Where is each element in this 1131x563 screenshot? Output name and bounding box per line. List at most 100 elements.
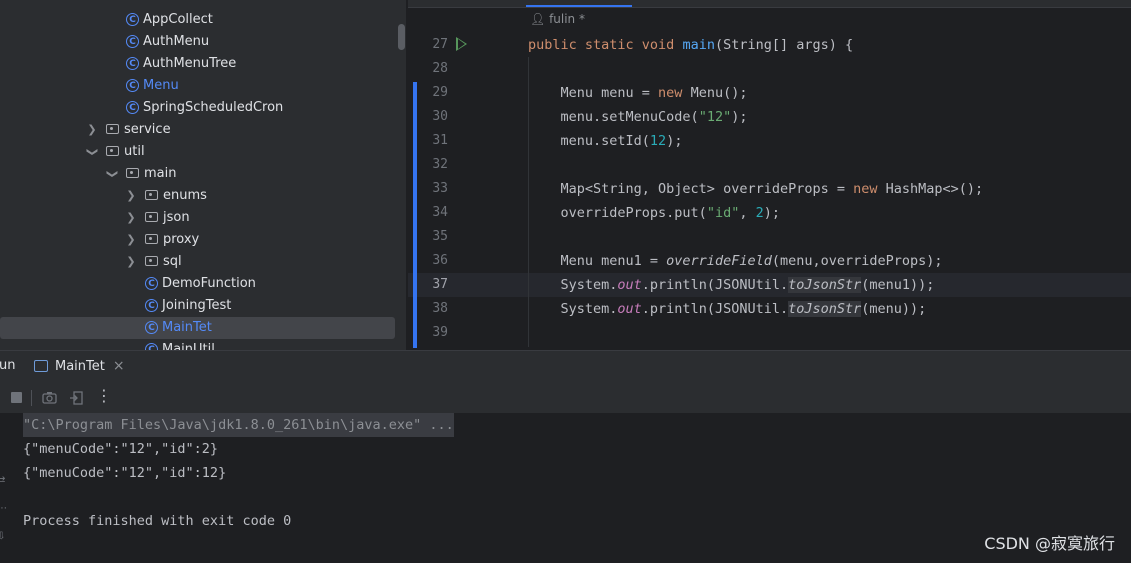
code-token: "12" xyxy=(698,109,732,125)
line-number[interactable]: 39 xyxy=(408,321,448,345)
person-icon: 👤︎ xyxy=(530,12,546,26)
stop-icon[interactable] xyxy=(11,392,22,403)
tree-item-label: sql xyxy=(163,254,182,269)
code-token: ); xyxy=(666,133,683,149)
line-number[interactable]: 27 xyxy=(408,33,448,57)
code-line[interactable]: Menu menu1 = overrideField(menu,override… xyxy=(528,249,943,273)
tree-folder-enums[interactable]: ❯ enums xyxy=(125,185,207,207)
code-editor[interactable]: 👤︎ fulin * 27 28 29 30 31 32 33 34 35 36 37 38 39 pu… xyxy=(408,0,1131,350)
console-command-line[interactable]: "C:\Program Files\Java\jdk1.8.0_261\bin\… xyxy=(23,413,454,437)
code-token: overrideField xyxy=(666,253,772,269)
tree-item-label: enums xyxy=(163,188,207,203)
code-line[interactable]: public static void main(String[] args) { xyxy=(528,33,853,57)
code-line[interactable]: menu.setMenuCode("12"); xyxy=(528,105,748,129)
app-window-icon xyxy=(34,360,48,372)
chevron-right-icon[interactable]: ❯ xyxy=(125,207,137,229)
code-token: new xyxy=(658,85,691,101)
line-number[interactable]: 32 xyxy=(408,153,448,177)
more-options-icon[interactable]: ⋮ xyxy=(96,386,112,405)
line-number[interactable]: 35 xyxy=(408,225,448,249)
chevron-right-icon[interactable]: ❯ xyxy=(125,229,137,251)
code-token: (menu1)); xyxy=(861,277,935,293)
sign-in-icon[interactable] xyxy=(69,391,83,405)
code-line[interactable]: System.out.println(JSONUtil.toJsonStr(me… xyxy=(528,297,926,321)
run-panel-title: un xyxy=(0,358,16,373)
code-token: ); xyxy=(731,109,748,125)
tree-item-label: AuthMenu xyxy=(143,34,210,49)
chevron-down-icon[interactable]: ❯ xyxy=(101,168,123,180)
tree-item-label: MainUtil xyxy=(162,342,215,350)
package-icon xyxy=(145,211,158,222)
tree-item-authmenu[interactable]: C AuthMenu xyxy=(126,31,209,53)
line-number[interactable]: 37 xyxy=(408,273,448,297)
code-line[interactable]: menu.setId(12); xyxy=(528,129,683,153)
toolbar-separator xyxy=(31,390,32,406)
class-icon: C xyxy=(126,101,139,114)
tree-folder-proxy[interactable]: ❯ proxy xyxy=(125,229,199,251)
class-icon: C xyxy=(145,299,158,312)
tree-item-label: proxy xyxy=(163,232,200,247)
tree-item-label: main xyxy=(144,166,177,181)
tree-folder-main[interactable]: ❯ main xyxy=(106,163,176,185)
code-token: (menu)); xyxy=(861,301,927,317)
tree-folder-sql[interactable]: ❯ sql xyxy=(125,251,182,273)
close-icon[interactable]: × xyxy=(113,358,125,374)
run-tab-maintet[interactable]: MainTet × xyxy=(34,351,125,381)
line-number[interactable]: 28 xyxy=(408,57,448,81)
tree-item-maintet[interactable]: C MainTet xyxy=(145,317,212,339)
code-token: ); xyxy=(763,205,780,221)
code-token: 2 xyxy=(755,205,764,221)
chevron-down-icon[interactable]: ❯ xyxy=(81,146,103,158)
line-number[interactable]: 38 xyxy=(408,297,448,321)
package-icon xyxy=(106,123,119,134)
class-icon: C xyxy=(126,35,139,48)
editor-tab-strip xyxy=(408,0,1131,8)
code-token: menu.setId( xyxy=(528,133,650,149)
line-number[interactable]: 29 xyxy=(408,81,448,105)
line-number[interactable]: 30 xyxy=(408,105,448,129)
line-number[interactable]: 31 xyxy=(408,129,448,153)
code-token: out xyxy=(617,277,642,293)
code-token: overrideProps.put( xyxy=(528,205,707,221)
run-gutter-icon[interactable] xyxy=(456,37,467,51)
active-tab-indicator xyxy=(526,5,632,7)
tree-item-menu[interactable]: C Menu xyxy=(126,75,179,97)
line-number[interactable]: 33 xyxy=(408,177,448,201)
chevron-right-icon[interactable]: ❯ xyxy=(125,185,137,207)
tree-folder-util[interactable]: ❯ util xyxy=(86,141,145,163)
code-line[interactable]: Menu menu = new Menu(); xyxy=(528,81,748,105)
code-token: toJsonStr xyxy=(788,277,862,293)
tree-item-springscheduledcron[interactable]: C SpringScheduledCron xyxy=(126,97,283,119)
code-token: , xyxy=(739,205,756,221)
tree-folder-service[interactable]: ❯ service xyxy=(86,119,170,141)
code-line[interactable]: overrideProps.put("id", 2); xyxy=(528,201,781,225)
class-icon: C xyxy=(145,321,158,334)
tree-item-joiningtest[interactable]: C JoiningTest xyxy=(145,295,231,317)
line-number[interactable]: 36 xyxy=(408,249,448,273)
author-hint: 👤︎ fulin * xyxy=(530,12,585,26)
code-token: (menu,overrideProps); xyxy=(771,253,943,269)
tree-folder-json[interactable]: ❯ json xyxy=(125,207,189,229)
line-number[interactable]: 34 xyxy=(408,201,448,225)
code-token: menu.setMenuCode( xyxy=(528,109,699,125)
tree-item-mainutil[interactable]: C MainUtil xyxy=(145,339,215,350)
code-token: HashMap<>(); xyxy=(885,181,984,197)
camera-icon[interactable] xyxy=(42,391,57,404)
chevron-right-icon[interactable]: ❯ xyxy=(125,251,137,273)
class-icon: C xyxy=(126,79,139,92)
code-line[interactable]: Map<String, Object> overrideProps = new … xyxy=(528,177,984,201)
tree-scrollbar[interactable] xyxy=(398,24,405,50)
class-icon: C xyxy=(126,57,139,70)
code-line[interactable]: System.out.println(JSONUtil.toJsonStr(me… xyxy=(528,273,934,297)
tree-item-appcollect[interactable]: C AppCollect xyxy=(126,9,213,31)
chevron-right-icon[interactable]: ❯ xyxy=(86,119,98,141)
console-output[interactable]: "C:\Program Files\Java\jdk1.8.0_261\bin\… xyxy=(0,413,1131,563)
code-token: toJsonStr xyxy=(788,301,862,317)
code-token: main xyxy=(682,37,715,53)
code-token: new xyxy=(853,181,886,197)
tree-item-label: Menu xyxy=(143,78,179,93)
console-line: {"menuCode":"12","id":2} xyxy=(23,441,219,457)
tree-item-label: DemoFunction xyxy=(162,276,256,291)
tree-item-demofunction[interactable]: C DemoFunction xyxy=(145,273,256,295)
tree-item-authmenutree[interactable]: C AuthMenuTree xyxy=(126,53,236,75)
